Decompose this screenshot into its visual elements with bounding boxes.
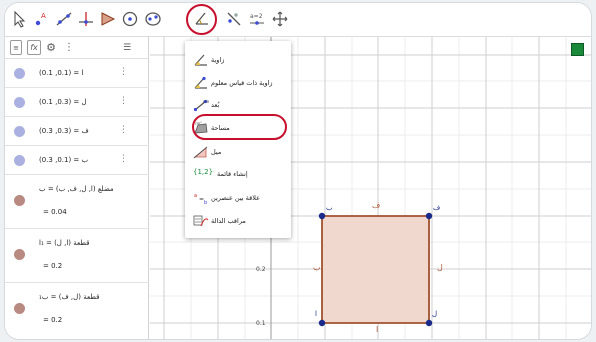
algebra-header: ≡ fx ⚙ ⋮ ☰: [5, 37, 149, 59]
menu-item-label: زاوية ذات قياس معلوم: [211, 79, 273, 87]
point-label: ا: [315, 310, 317, 318]
function-inspector-icon: [193, 215, 209, 227]
toolbar: A a=2: [5, 3, 591, 37]
polygon-tool-icon[interactable]: [97, 8, 119, 30]
list-item[interactable]: مضلع (ا, ل, ف, ب) = ب = 0.04: [5, 175, 149, 229]
point-tool-icon[interactable]: A: [31, 8, 53, 30]
list-item[interactable]: (0.1 ,0.1) = ا ⋮: [5, 59, 149, 88]
algebra-view: ≡ fx ⚙ ⋮ ☰ (0.1 ,0.1) = ا ⋮ (0.1 ,0.3) =…: [5, 37, 149, 339]
relation-icon: a = b: [194, 193, 207, 205]
menu-item-label: زاوية: [211, 56, 225, 64]
algebra-value: = 0.2: [43, 316, 63, 324]
move-tool-icon[interactable]: [9, 8, 31, 30]
measure-tools-dropdown: زاوية زاوية ذات قياس معلوم cm بُعد cm² م…: [185, 41, 291, 238]
visibility-toggle-icon[interactable]: [14, 97, 25, 108]
svg-text:cm: cm: [203, 99, 209, 104]
create-list-icon: {1,2}: [193, 168, 214, 176]
algebra-entry: (0.3 ,0.3) = ف: [39, 127, 89, 135]
menu-item-relation[interactable]: a = b علاقة بين عنصرين: [185, 187, 291, 209]
sort-icon[interactable]: ≡: [10, 40, 22, 55]
visibility-toggle-icon[interactable]: [14, 195, 25, 206]
point-a: [318, 319, 326, 327]
distance-icon: cm: [193, 99, 209, 112]
square-polygon: [321, 215, 430, 324]
item-menu-icon[interactable]: ⋮: [119, 154, 128, 164]
algebra-entry: (0.1 ,0.3) = ل: [39, 98, 87, 106]
menu-item-angle[interactable]: زاوية: [185, 49, 291, 71]
svg-text:A: A: [41, 12, 46, 20]
ellipse-tool-icon[interactable]: [142, 8, 164, 30]
item-menu-icon[interactable]: ⋮: [119, 125, 128, 135]
angle-given-size-icon: [194, 76, 207, 89]
algebra-entry: مضلع (ا, ل, ف, ب) = ب: [39, 185, 114, 193]
visibility-toggle-icon[interactable]: [14, 126, 25, 137]
list-item[interactable]: (0.3 ,0.1) = ب ⋮: [5, 146, 149, 175]
menu-item-label: بُعد: [211, 101, 220, 109]
svg-text:a=2: a=2: [250, 13, 263, 20]
auxiliary-objects-icon[interactable]: fx: [27, 40, 41, 55]
algebra-entry: (0.1 ,0.1) = ا: [39, 69, 84, 77]
reflect-tool-icon[interactable]: [223, 8, 245, 30]
area-item-highlight: [192, 114, 287, 140]
point-label: ل: [432, 310, 438, 318]
visibility-toggle-icon[interactable]: [14, 68, 25, 79]
slope-icon: [193, 146, 208, 159]
circle-tool-icon[interactable]: [119, 8, 141, 30]
menu-item-label: علاقة بين عنصرين: [211, 194, 261, 202]
side-label: ل: [437, 263, 443, 272]
algebra-entry: قطعة (ا, ل) = ₁ا: [39, 239, 90, 247]
svg-text:b: b: [204, 200, 207, 205]
gear-icon[interactable]: ⚙: [45, 40, 57, 55]
point-f: [425, 212, 433, 220]
slider-tool-icon[interactable]: a=2: [246, 8, 268, 30]
list-item[interactable]: قطعة (ا, ل) = ₁ا = 0.2: [5, 229, 149, 283]
y-tick-label: 0.1: [256, 320, 266, 327]
item-menu-icon[interactable]: ⋮: [119, 96, 128, 106]
geogebra-window: A a=2 ≡ fx ⚙ ⋮ ☰ (0.1 ,0.1) = ا ⋮ (0.1 ,…: [5, 3, 591, 339]
menu-item-function-inspector[interactable]: مراقب الدالة: [185, 210, 291, 232]
list-item[interactable]: (0.3 ,0.3) = ف ⋮: [5, 117, 149, 146]
menu-item-create-list[interactable]: {1,2} إنشاء قائمة: [185, 163, 291, 185]
visibility-toggle-icon[interactable]: [14, 155, 25, 166]
point-label: ب: [326, 204, 333, 212]
item-menu-icon[interactable]: ⋮: [119, 67, 128, 77]
menu-item-label: مراقب الدالة: [211, 217, 246, 225]
menu-item-slope[interactable]: ميل: [185, 141, 291, 163]
list-item[interactable]: (0.1 ,0.3) = ل ⋮: [5, 88, 149, 117]
y-tick-label: 0.2: [256, 266, 266, 273]
svg-text:a: a: [194, 193, 197, 199]
side-label: ا: [376, 325, 379, 334]
angle-tool-highlight: [186, 4, 217, 35]
angle-icon: [194, 54, 207, 66]
visibility-toggle-icon[interactable]: [14, 303, 25, 314]
menu-item-angle-given-size[interactable]: زاوية ذات قياس معلوم: [185, 72, 291, 94]
menu-item-distance[interactable]: cm بُعد: [185, 94, 291, 116]
point-b: [318, 212, 326, 220]
algebra-menu-icon[interactable]: ⋮: [64, 40, 74, 55]
list-item[interactable]: قطعة (ل, ف) = ب₁ = 0.2: [5, 283, 149, 339]
menu-item-label: ميل: [211, 148, 222, 156]
algebra-entry: قطعة (ل, ف) = ب₁: [39, 293, 100, 301]
style-bar-color-icon[interactable]: [571, 43, 584, 56]
algebra-input-toggle-icon[interactable]: ☰: [119, 40, 135, 55]
point-label: ف: [433, 204, 441, 212]
move-graphics-view-icon[interactable]: [269, 8, 291, 30]
menu-item-label: إنشاء قائمة: [217, 170, 248, 178]
algebra-entry: (0.3 ,0.1) = ب: [39, 156, 89, 164]
line-tool-icon[interactable]: [53, 8, 75, 30]
style-bar-edge: [586, 44, 591, 56]
perpendicular-tool-icon[interactable]: [75, 8, 97, 30]
algebra-value: = 0.04: [43, 208, 67, 216]
algebra-value: = 0.2: [43, 262, 63, 270]
visibility-toggle-icon[interactable]: [14, 249, 25, 260]
side-label: ف: [372, 201, 381, 210]
point-l: [425, 319, 433, 327]
side-label: ب: [313, 263, 321, 272]
